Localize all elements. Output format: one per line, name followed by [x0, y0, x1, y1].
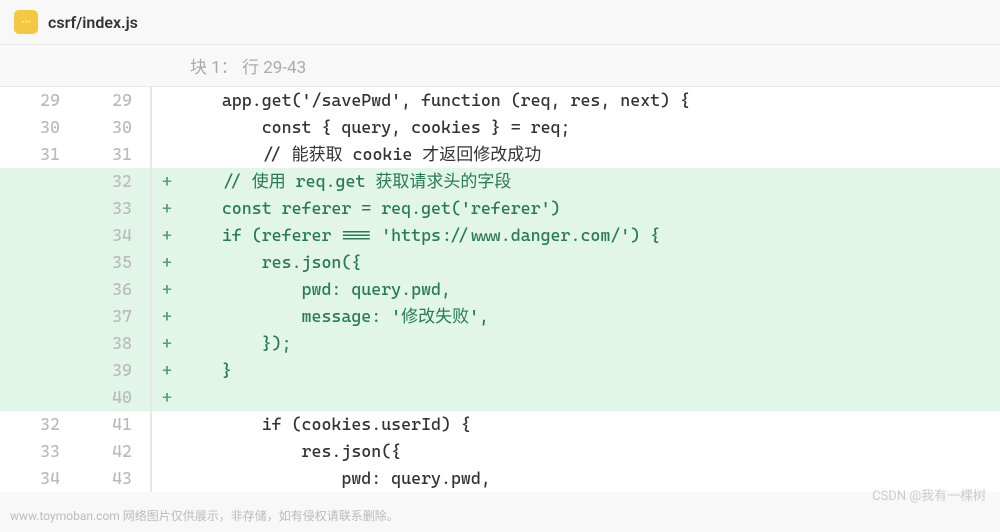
file-icon: ··· [14, 10, 38, 34]
diff-marker [152, 438, 182, 465]
new-line-number: 38 [78, 330, 150, 357]
new-line-number: 39 [78, 357, 150, 384]
gutter: 39 [0, 357, 150, 384]
old-line-number: 33 [0, 438, 78, 465]
code-content: pwd: query.pwd, [182, 276, 451, 303]
code-content: if (referer === 'https://www.danger.com/… [182, 222, 660, 249]
new-line-number: 36 [78, 276, 150, 303]
old-line-number: 31 [0, 141, 78, 168]
diff-marker [152, 465, 182, 492]
new-line-number: 33 [78, 195, 150, 222]
diff-line: 33+ const referer = req.get('referer') [0, 195, 1000, 222]
diff-marker: + [152, 222, 182, 249]
old-line-number [0, 195, 78, 222]
code-content: const { query, cookies } = req; [182, 114, 570, 141]
diff-line: 37+ message: '修改失败', [0, 303, 1000, 330]
diff-marker: + [152, 168, 182, 195]
new-line-number: 42 [78, 438, 150, 465]
diff-marker: + [152, 357, 182, 384]
code-content: const referer = req.get('referer') [182, 195, 561, 222]
gutter: 37 [0, 303, 150, 330]
gutter: 40 [0, 384, 150, 411]
footer-text: www.toymoban.com 网络图片仅供展示，非存储，如有侵权请联系删除。 [10, 507, 399, 524]
diff-marker [152, 141, 182, 168]
file-header: ··· csrf/index.js [0, 0, 1000, 44]
gutter: 3131 [0, 141, 150, 168]
diff-marker: + [152, 276, 182, 303]
gutter: 3443 [0, 465, 150, 492]
code-content: res.json({ [182, 438, 401, 465]
old-line-number [0, 330, 78, 357]
diff-line: 3030 const { query, cookies } = req; [0, 114, 1000, 141]
diff-marker: + [152, 249, 182, 276]
gutter: 36 [0, 276, 150, 303]
new-line-number: 40 [78, 384, 150, 411]
old-line-number: 32 [0, 411, 78, 438]
diff-line: 38+ }); [0, 330, 1000, 357]
new-line-number: 37 [78, 303, 150, 330]
diff-line: 35+ res.json({ [0, 249, 1000, 276]
gutter: 2929 [0, 87, 150, 114]
gutter: 3342 [0, 438, 150, 465]
code-content: pwd: query.pwd, [182, 465, 491, 492]
code-content: message: '修改失败', [182, 303, 489, 330]
code-content: // 能获取 cookie 才返回修改成功 [182, 141, 541, 168]
diff-marker: + [152, 330, 182, 357]
code-content: }); [182, 330, 292, 357]
diff-line: 32+ // 使用 req.get 获取请求头的字段 [0, 168, 1000, 195]
diff-line: 3241 if (cookies.userId) { [0, 411, 1000, 438]
gutter: 3030 [0, 114, 150, 141]
new-line-number: 31 [78, 141, 150, 168]
diff-line: 3443 pwd: query.pwd, [0, 465, 1000, 492]
diff-marker: + [152, 195, 182, 222]
hunk-header: 块 1： 行 29-43 [0, 44, 1000, 87]
diff-marker: + [152, 303, 182, 330]
diff-line: 40+ [0, 384, 1000, 411]
code-content: res.json({ [182, 249, 361, 276]
old-line-number: 29 [0, 87, 78, 114]
old-line-number [0, 357, 78, 384]
old-line-number: 34 [0, 465, 78, 492]
code-content: } [182, 357, 232, 384]
code-content: app.get('/savePwd', function (req, res, … [182, 87, 690, 114]
diff-line: 2929 app.get('/savePwd', function (req, … [0, 87, 1000, 114]
new-line-number: 41 [78, 411, 150, 438]
diff-line: 3342 res.json({ [0, 438, 1000, 465]
old-line-number [0, 276, 78, 303]
diff-marker: + [152, 384, 182, 411]
diff-line: 39+ } [0, 357, 1000, 384]
new-line-number: 29 [78, 87, 150, 114]
gutter: 32 [0, 168, 150, 195]
diff-marker [152, 87, 182, 114]
new-line-number: 34 [78, 222, 150, 249]
diff-line: 36+ pwd: query.pwd, [0, 276, 1000, 303]
gutter: 35 [0, 249, 150, 276]
diff-line: 3131 // 能获取 cookie 才返回修改成功 [0, 141, 1000, 168]
code-content: // 使用 req.get 获取请求头的字段 [182, 168, 511, 195]
old-line-number [0, 249, 78, 276]
gutter: 3241 [0, 411, 150, 438]
diff-line: 34+ if (referer === 'https://www.danger.… [0, 222, 1000, 249]
gutter: 34 [0, 222, 150, 249]
watermark: CSDN @我有一棵树 [872, 485, 986, 504]
new-line-number: 32 [78, 168, 150, 195]
old-line-number [0, 303, 78, 330]
old-line-number: 30 [0, 114, 78, 141]
gutter: 38 [0, 330, 150, 357]
new-line-number: 30 [78, 114, 150, 141]
diff-marker [152, 411, 182, 438]
old-line-number [0, 222, 78, 249]
file-path: csrf/index.js [48, 13, 138, 32]
new-line-number: 43 [78, 465, 150, 492]
new-line-number: 35 [78, 249, 150, 276]
diff-body: 2929 app.get('/savePwd', function (req, … [0, 87, 1000, 492]
old-line-number [0, 168, 78, 195]
diff-marker [152, 114, 182, 141]
gutter: 33 [0, 195, 150, 222]
hunk-label: 块 1： 行 29-43 [190, 53, 306, 78]
old-line-number [0, 384, 78, 411]
code-content: if (cookies.userId) { [182, 411, 471, 438]
